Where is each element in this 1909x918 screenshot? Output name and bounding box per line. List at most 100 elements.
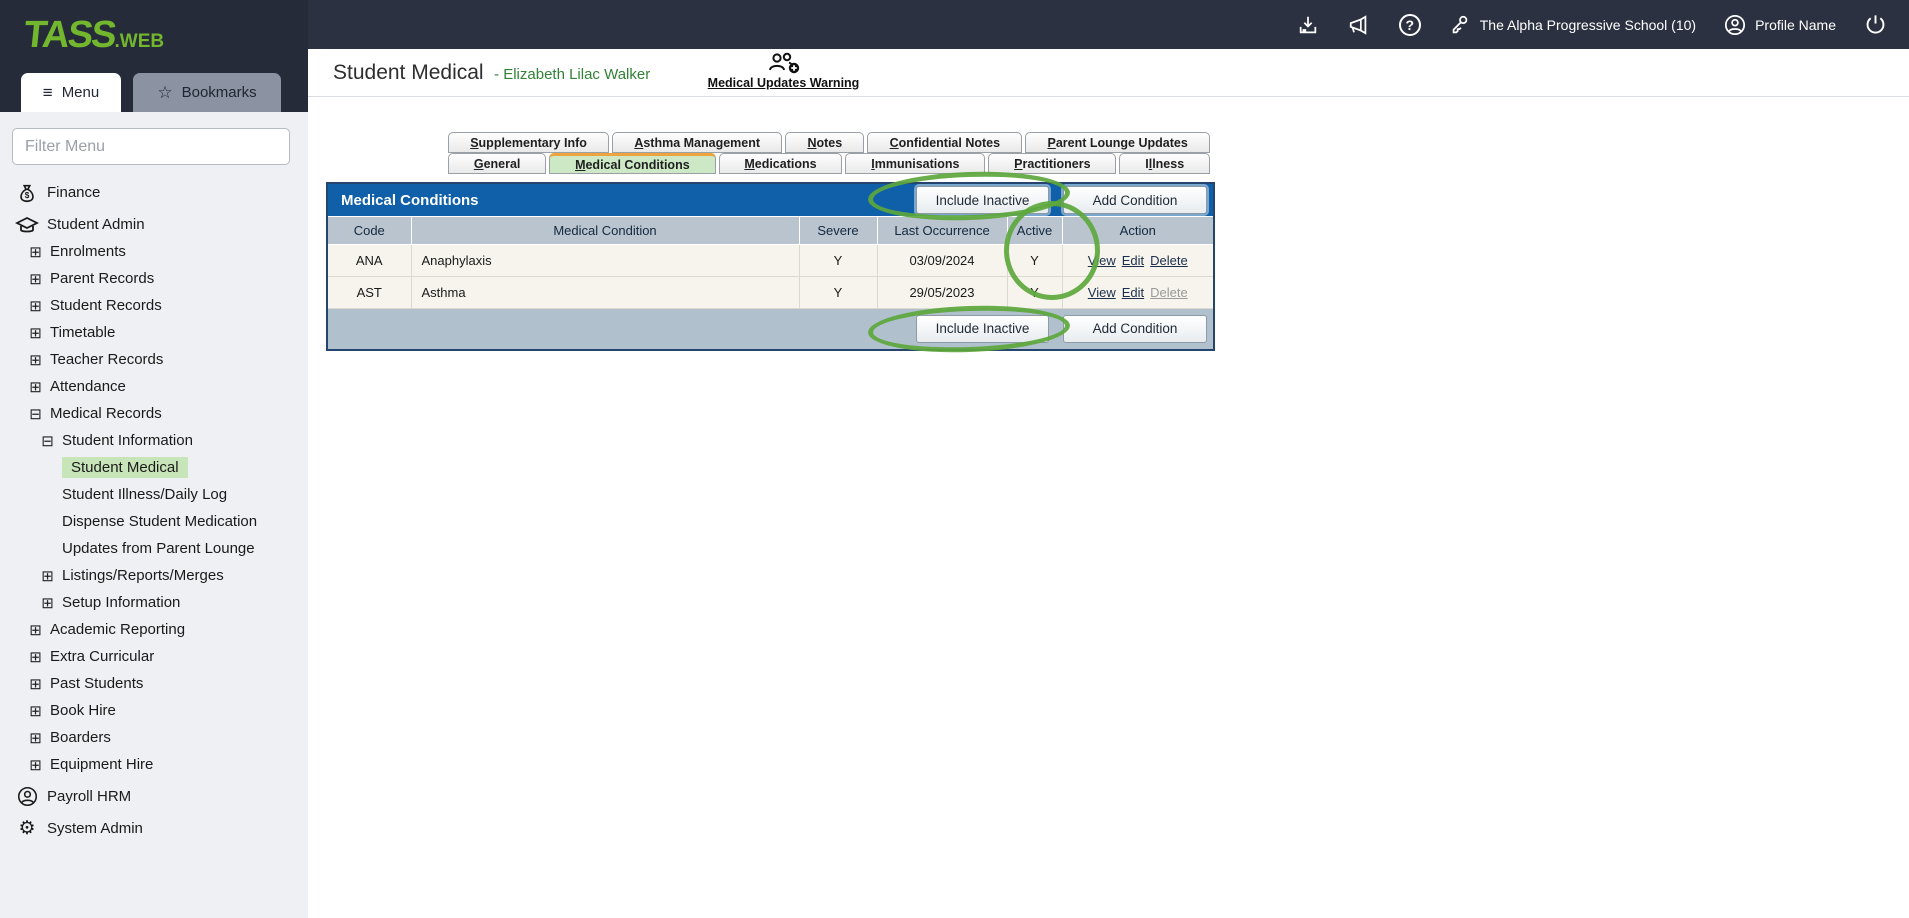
tab-menu[interactable]: ≡ Menu	[21, 73, 121, 112]
download-icon[interactable]	[1297, 14, 1319, 36]
tab-strip: Supplementary Info Asthma Management Not…	[448, 132, 1210, 174]
profile-icon	[1724, 14, 1746, 36]
minus-box-icon[interactable]: ⊟	[40, 432, 55, 450]
tab-asthma-management[interactable]: Asthma Management	[612, 132, 782, 153]
include-inactive-button-bottom[interactable]: Include Inactive	[916, 315, 1049, 343]
tab-medications[interactable]: Medications	[719, 153, 843, 174]
tab-supplementary-info[interactable]: Supplementary Info	[448, 132, 609, 153]
medical-updates-warning-link[interactable]: Medical Updates Warning	[696, 51, 871, 90]
sidebar-item-timetable[interactable]: ⊞Timetable	[0, 319, 296, 346]
person-circle-icon	[14, 786, 40, 807]
col-header-medical-condition: Medical Condition	[411, 217, 799, 244]
people-plus-icon	[767, 51, 801, 75]
sidebar-item-dispense-medication[interactable]: Dispense Student Medication	[0, 508, 296, 535]
star-icon: ☆	[157, 83, 172, 103]
sidebar-item-student-illness[interactable]: Student Illness/Daily Log	[0, 481, 296, 508]
table-row: AST Asthma Y 29/05/2023 Y ViewEditDelete	[328, 276, 1213, 308]
table-header-row: Code Medical Condition Severe Last Occur…	[328, 217, 1213, 244]
add-condition-button-top[interactable]: Add Condition	[1063, 186, 1207, 214]
sidebar-item-teacher-records[interactable]: ⊞Teacher Records	[0, 346, 296, 373]
app-window: TASS.WEB ≡ Menu ☆ Bookmarks $ Finance	[0, 0, 1909, 918]
minus-box-icon[interactable]: ⊟	[28, 405, 43, 423]
tab-bookmarks[interactable]: ☆ Bookmarks	[133, 73, 281, 112]
sidebar-item-book-hire[interactable]: ⊞Book Hire	[0, 697, 296, 724]
cell-actions: View Edit Delete	[1062, 244, 1213, 276]
plus-box-icon[interactable]: ⊞	[28, 648, 43, 666]
col-header-code: Code	[328, 217, 411, 244]
sidebar-item-student-medical[interactable]: Student Medical	[0, 454, 296, 481]
delete-link[interactable]: Delete	[1150, 253, 1188, 268]
sidebar-item-listings-reports-merges[interactable]: ⊞Listings/Reports/Merges	[0, 562, 296, 589]
tab-illness[interactable]: Illness	[1119, 153, 1210, 174]
tab-medical-conditions[interactable]: Medical Conditions	[549, 153, 715, 174]
cell-actions: View Edit Delete	[1062, 276, 1213, 308]
col-header-action: Action	[1062, 217, 1213, 244]
tab-immunisations[interactable]: Immunisations	[845, 153, 985, 174]
include-inactive-button-top[interactable]: Include Inactive	[916, 186, 1049, 214]
sidebar-item-extra-curricular[interactable]: ⊞Extra Curricular	[0, 643, 296, 670]
medical-conditions-table: Code Medical Condition Severe Last Occur…	[328, 217, 1213, 309]
tab-notes[interactable]: Notes	[785, 132, 864, 153]
plus-box-icon[interactable]: ⊞	[40, 567, 55, 585]
tab-parent-lounge-updates[interactable]: Parent Lounge Updates	[1025, 132, 1210, 153]
profile-menu[interactable]: Profile Name	[1724, 14, 1836, 36]
add-condition-button-bottom[interactable]: Add Condition	[1063, 315, 1207, 343]
plus-box-icon[interactable]: ⊞	[28, 729, 43, 747]
tab-practitioners[interactable]: Practitioners	[988, 153, 1116, 174]
plus-box-icon[interactable]: ⊞	[28, 351, 43, 369]
sidebar-item-student-information[interactable]: ⊟Student Information	[0, 427, 296, 454]
help-icon[interactable]: ?	[1399, 14, 1421, 36]
plus-box-icon[interactable]: ⊞	[28, 756, 43, 774]
medical-conditions-panel: Medical Conditions Include Inactive Add …	[326, 182, 1215, 351]
plus-box-icon[interactable]: ⊞	[40, 594, 55, 612]
sidebar-item-student-records[interactable]: ⊞Student Records	[0, 292, 296, 319]
plus-box-icon[interactable]: ⊞	[28, 297, 43, 315]
sidebar-item-enrolments[interactable]: ⊞Enrolments	[0, 238, 296, 265]
delete-link-disabled: Delete	[1150, 285, 1188, 300]
sidebar-item-finance[interactable]: $ Finance	[0, 179, 296, 206]
cell-condition: Asthma	[411, 276, 799, 308]
sidebar-item-system-admin[interactable]: ⚙ System Admin	[0, 815, 296, 842]
cell-last-occurrence: 03/09/2024	[877, 244, 1007, 276]
money-bag-icon: $	[14, 182, 40, 204]
profile-name: Profile Name	[1755, 17, 1836, 33]
sidebar-item-past-students[interactable]: ⊞Past Students	[0, 670, 296, 697]
sidebar-item-parent-records[interactable]: ⊞Parent Records	[0, 265, 296, 292]
panel-header: Medical Conditions Include Inactive Add …	[328, 184, 1213, 217]
sidebar-item-student-admin[interactable]: Student Admin	[0, 211, 296, 238]
plus-box-icon[interactable]: ⊞	[28, 621, 43, 639]
plus-box-icon[interactable]: ⊞	[28, 702, 43, 720]
logo-text: TASS	[22, 14, 117, 57]
tab-general[interactable]: General	[448, 153, 546, 174]
view-link[interactable]: View	[1088, 285, 1116, 300]
cell-condition: Anaphylaxis	[411, 244, 799, 276]
plus-box-icon[interactable]: ⊞	[28, 243, 43, 261]
power-icon[interactable]	[1864, 13, 1887, 36]
table-row: ANA Anaphylaxis Y 03/09/2024 Y ViewEditD…	[328, 244, 1213, 276]
school-selector[interactable]: The Alpha Progressive School (10)	[1449, 14, 1696, 36]
sidebar-item-updates-parent-lounge[interactable]: Updates from Parent Lounge	[0, 535, 296, 562]
sidebar-item-setup-information[interactable]: ⊞Setup Information	[0, 589, 296, 616]
filter-menu-input[interactable]	[12, 128, 290, 165]
content-body: Supplementary Info Asthma Management Not…	[308, 97, 1909, 918]
tab-confidential-notes[interactable]: Confidential Notes	[867, 132, 1022, 153]
edit-link[interactable]: Edit	[1122, 253, 1144, 268]
megaphone-icon[interactable]	[1347, 14, 1371, 36]
sidebar-item-equipment-hire[interactable]: ⊞Equipment Hire	[0, 751, 296, 778]
plus-box-icon[interactable]: ⊞	[28, 270, 43, 288]
sidebar-item-boarders[interactable]: ⊞Boarders	[0, 724, 296, 751]
hamburger-icon: ≡	[43, 83, 53, 103]
edit-link[interactable]: Edit	[1122, 285, 1144, 300]
plus-box-icon[interactable]: ⊞	[28, 378, 43, 396]
key-icon	[1449, 14, 1471, 36]
cell-active: Y	[1007, 244, 1062, 276]
sidebar-item-payroll-hrm[interactable]: Payroll HRM	[0, 783, 296, 810]
sidebar-item-attendance[interactable]: ⊞Attendance	[0, 373, 296, 400]
sidebar-item-academic-reporting[interactable]: ⊞Academic Reporting	[0, 616, 296, 643]
sidebar-body: $ Finance Student Admin ⊞Enrolments ⊞Par…	[0, 112, 308, 918]
tass-logo: TASS.WEB	[24, 14, 164, 57]
view-link[interactable]: View	[1088, 253, 1116, 268]
sidebar-item-medical-records[interactable]: ⊟Medical Records	[0, 400, 296, 427]
plus-box-icon[interactable]: ⊞	[28, 675, 43, 693]
plus-box-icon[interactable]: ⊞	[28, 324, 43, 342]
